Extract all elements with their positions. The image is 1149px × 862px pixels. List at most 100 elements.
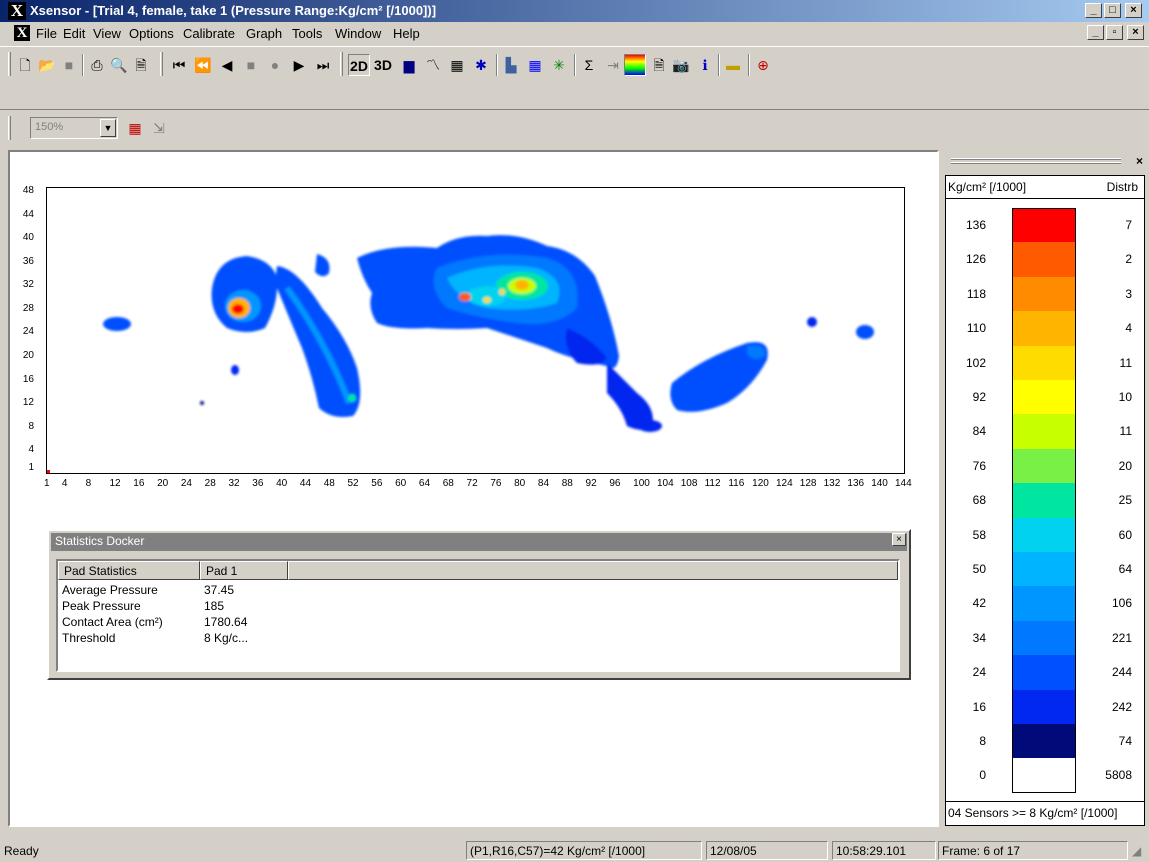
pressure-map[interactable] [46, 187, 905, 474]
statistics-docker-title[interactable]: Statistics Docker [51, 533, 907, 551]
mdi-minimize-button[interactable]: _ [1087, 25, 1104, 40]
x-tick-label: 16 [133, 478, 145, 489]
record-icon[interactable]: ● [264, 54, 286, 76]
column-header-pad-statistics[interactable]: Pad Statistics [58, 561, 200, 580]
color-legend-icon[interactable] [624, 54, 646, 76]
info-icon[interactable]: ℹ [694, 54, 716, 76]
legend-distribution: 11 [1119, 424, 1132, 439]
legend-distribution: 11 [1119, 355, 1132, 370]
close-button[interactable]: × [1125, 3, 1142, 18]
toolbar-grip[interactable] [8, 52, 11, 76]
column-header-pad-1[interactable]: Pad 1 [200, 561, 288, 580]
multi-pad-icon[interactable]: ✳ [548, 54, 570, 76]
contour-icon[interactable]: ✱ [470, 54, 492, 76]
next-frame-icon[interactable]: ⏭ [312, 54, 334, 76]
status-frame: Frame: 6 of 17 [938, 841, 1128, 860]
camera-icon[interactable]: 📷 [670, 54, 692, 76]
x-tick-label: 36 [252, 478, 264, 489]
x-tick-label: 136 [847, 478, 865, 489]
legend-distribution: 3 [1125, 286, 1132, 301]
legend-distribution: 7 [1125, 218, 1132, 232]
x-tick-label: 92 [585, 478, 597, 489]
open-folder-icon[interactable]: 📂 [36, 54, 58, 76]
statistics-list[interactable]: Pad Statistics Pad 1 Average Pressure 37.… [56, 559, 900, 672]
legend-value: 92 [972, 390, 986, 404]
legend-grip[interactable] [951, 162, 1121, 164]
legend-distribution: 5808 [1105, 768, 1132, 783]
sum-icon[interactable]: Σ [578, 54, 600, 76]
center-of-force-icon[interactable]: ⊕ [752, 54, 774, 76]
save-icon[interactable]: ■ [58, 54, 80, 76]
app-icon[interactable]: X [8, 2, 26, 20]
menu-file[interactable]: File [36, 26, 57, 41]
menu-graph[interactable]: Graph [246, 26, 282, 41]
legend-value: 136 [965, 218, 986, 232]
legend-distribution: 244 [1111, 665, 1132, 680]
maximize-button[interactable]: □ [1104, 3, 1121, 18]
export-icon[interactable]: ⇥ [602, 54, 624, 76]
color-palette-icon[interactable]: ▦ [124, 117, 146, 139]
select-region-icon[interactable]: ⇲ [148, 117, 170, 139]
pad-grid-icon[interactable]: ▦ [524, 54, 546, 76]
menu-window[interactable]: Window [335, 26, 381, 41]
stat-value: 37.45 [204, 583, 235, 597]
line-graph-icon[interactable]: 〽 [422, 54, 444, 76]
menu-help[interactable]: Help [393, 26, 420, 41]
new-file-icon[interactable]: 🗋 [14, 54, 36, 76]
toolbar-grip[interactable] [340, 52, 343, 76]
legend-value: 8 [979, 734, 986, 748]
chevron-down-icon[interactable]: ▼ [100, 119, 116, 137]
list-item[interactable]: Peak Pressure 185 [62, 599, 224, 614]
play-icon[interactable]: ▶ [288, 54, 310, 76]
menu-edit[interactable]: Edit [63, 26, 85, 41]
legend-value: 68 [972, 493, 986, 508]
status-time: 10:58:29.101 [832, 841, 936, 860]
list-item[interactable]: Contact Area (cm²) 1780.64 [62, 615, 247, 630]
print-preview-icon[interactable]: 🔍 [108, 54, 130, 76]
legend-close-icon[interactable]: × [1136, 154, 1143, 168]
foot-icon[interactable]: ▙ [500, 54, 522, 76]
zoom-select[interactable]: 150% ▼ [30, 117, 118, 139]
menu-options[interactable]: Options [129, 26, 174, 41]
legend-swatch [1012, 517, 1076, 553]
legend-footer: 04 Sensors >= 8 Kg/cm² [/1000] [948, 806, 1118, 820]
x-tick-label: 4 [61, 478, 68, 489]
x-tick-label: 84 [537, 478, 550, 489]
legend-value: 110 [966, 321, 986, 336]
color-legend: Kg/cm² [/1000] Distrb 136 7 126 2 118 3 110 4 10… [945, 175, 1145, 826]
legend-value: 118 [966, 286, 986, 301]
play-reverse-icon[interactable]: ◀ [216, 54, 238, 76]
x-tick-label: 8 [85, 478, 92, 489]
docker-close-button[interactable]: × [892, 533, 906, 546]
view-3d-button[interactable]: 3D [372, 54, 394, 76]
y-tick-label: 16 [22, 373, 34, 385]
toolbar-grip[interactable] [160, 52, 163, 76]
toolbar-grip[interactable] [8, 116, 11, 140]
page-setup-icon[interactable]: 🗎 [130, 54, 152, 76]
print-icon[interactable]: ⎙ [86, 54, 108, 76]
stats-docker-icon[interactable]: ▬ [722, 54, 744, 76]
minimize-button[interactable]: _ [1085, 3, 1102, 18]
stop-icon[interactable]: ■ [240, 54, 262, 76]
view-2d-button[interactable]: 2D [348, 54, 370, 76]
mdi-close-button[interactable]: × [1127, 25, 1144, 40]
menu-tools[interactable]: Tools [292, 26, 322, 41]
resize-grip-icon[interactable]: ◢ [1132, 844, 1141, 858]
legend-distribution: 221 [1111, 630, 1132, 645]
numeric-grid-icon[interactable]: ▦ [446, 54, 468, 76]
mdi-restore-button[interactable]: ▫ [1106, 25, 1123, 40]
menu-view[interactable]: View [93, 26, 121, 41]
menu-calibrate[interactable]: Calibrate [183, 26, 235, 41]
report-icon[interactable]: 🗎 [648, 54, 670, 76]
list-item[interactable]: Threshold 8 Kg/c... [62, 631, 248, 646]
list-item[interactable]: Average Pressure 37.45 [62, 583, 234, 598]
document-icon[interactable]: X [14, 25, 30, 41]
bar-chart-icon[interactable]: ▆ [398, 54, 420, 76]
previous-frame-icon[interactable]: ⏪ [192, 54, 214, 76]
y-tick-label: 8 [28, 420, 34, 432]
pressure-map-image [47, 235, 874, 473]
legend-grip[interactable] [951, 158, 1121, 160]
first-frame-icon[interactable]: ⏮ [168, 54, 190, 76]
legend-panel-header[interactable]: × [945, 152, 1145, 172]
zoom-value: 150% [35, 121, 64, 133]
